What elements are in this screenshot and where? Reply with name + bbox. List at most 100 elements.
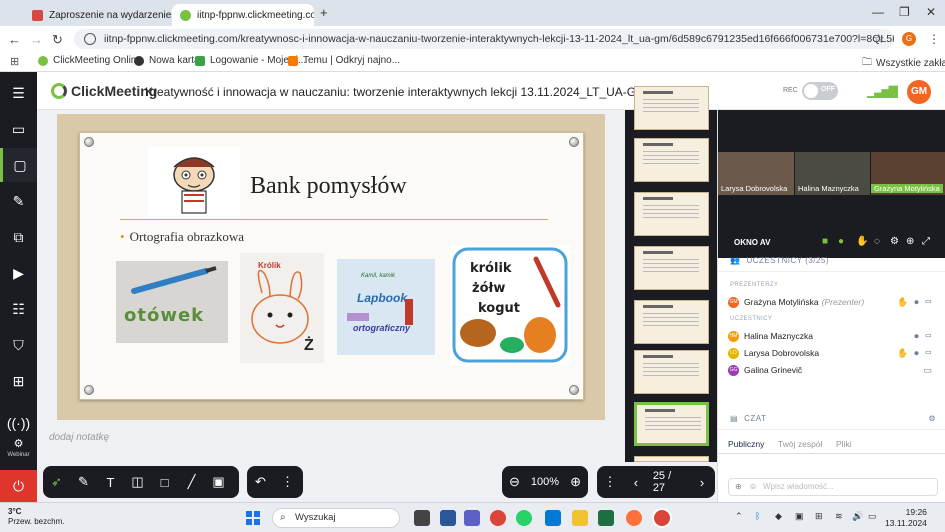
- minimize-icon[interactable]: —: [872, 5, 884, 19]
- bluetooth-icon[interactable]: ᛒ: [755, 511, 760, 521]
- app-tray-icon[interactable]: ⊞: [815, 511, 823, 522]
- site-info-icon[interactable]: [84, 33, 96, 45]
- url-field[interactable]: iitnp-fppnw.clickmeeting.com/kreatywnosc…: [74, 29, 894, 49]
- participant-controls[interactable]: ⏺▭: [914, 331, 938, 342]
- volume-icon[interactable]: 🔊: [852, 511, 863, 522]
- tab-team[interactable]: Twój zespół: [778, 439, 822, 449]
- slide-thumbnail[interactable]: [634, 192, 709, 236]
- zoom-in-icon[interactable]: ⊕: [563, 466, 588, 498]
- camera-on-icon[interactable]: ■: [822, 236, 828, 247]
- slide-thumbnail[interactable]: [634, 138, 709, 182]
- teams-app-icon[interactable]: [464, 510, 480, 526]
- bookmark-temu[interactable]: Temu | Odkryj najno...: [288, 55, 400, 66]
- weather-widget[interactable]: 3°C Przew. bezchm.: [8, 507, 64, 527]
- menu-kebab-icon[interactable]: ⋮: [928, 32, 940, 46]
- participant-row[interactable]: GM Grażyna Motylińska (Prezenter) ✋⏺▭: [728, 294, 938, 310]
- taskbar-clock[interactable]: 19:26 13.11.2024: [885, 507, 927, 529]
- task-view-icon[interactable]: [414, 510, 430, 526]
- whiteboard-icon[interactable]: ✎: [0, 184, 37, 218]
- slide-thumbnail[interactable]: [634, 86, 709, 130]
- wifi-icon[interactable]: ≋: [835, 511, 843, 522]
- raise-hand-icon[interactable]: ✋: [856, 236, 868, 247]
- edge-app-icon[interactable]: [545, 510, 561, 526]
- app-tray-icon[interactable]: ▣: [795, 511, 804, 522]
- participant-controls[interactable]: ✋⏺▭: [897, 348, 938, 359]
- whatsapp-app-icon[interactable]: [516, 510, 532, 526]
- participant-row[interactable]: GG Galina Grinevič ▭: [728, 362, 938, 378]
- browser-tab-invitation[interactable]: Zaproszenie na wydarzenie "Kre... ✕: [24, 4, 172, 26]
- participant-controls[interactable]: ✋⏺▭: [897, 297, 938, 308]
- firefox-app-icon[interactable]: [626, 510, 642, 526]
- participant-controls[interactable]: ▭: [923, 365, 938, 376]
- apps-grid-icon[interactable]: ⊞: [10, 55, 19, 68]
- video-tile-self[interactable]: Grażyna Motylińska: [871, 152, 945, 195]
- text-tool-icon[interactable]: T: [97, 466, 124, 498]
- zoom-out-icon[interactable]: ⊖: [502, 466, 527, 498]
- bookmark-clickmeeting[interactable]: ClickMeeting Onlin...: [38, 55, 145, 66]
- menu-hamburger-icon[interactable]: ☰: [0, 76, 37, 110]
- expand-icon[interactable]: ⤢: [922, 236, 930, 247]
- settings-gear-icon[interactable]: ⚙: [890, 236, 899, 247]
- participant-row[interactable]: LD Larysa Dobrovolska ✋⏺▭: [728, 345, 938, 361]
- slide-thumbnail[interactable]: [634, 350, 709, 394]
- profile-avatar[interactable]: G: [902, 32, 916, 46]
- tray-chevron-icon[interactable]: ⌃: [735, 511, 743, 522]
- video-tile[interactable]: Halina Maznyczka: [795, 152, 870, 195]
- camera-icon[interactable]: ▭: [0, 112, 37, 146]
- file-explorer-icon[interactable]: [572, 510, 588, 526]
- restore-icon[interactable]: ❐: [899, 5, 910, 19]
- poll-icon[interactable]: ☷: [0, 292, 37, 326]
- notes-area[interactable]: dodaj notatkę: [37, 422, 625, 462]
- chat-header[interactable]: ▤ CZAT ⚙: [718, 408, 945, 430]
- participant-row[interactable]: HM Halina Maznyczka ⏺▭: [728, 328, 938, 344]
- slide-thumbnail-active[interactable]: [634, 402, 709, 446]
- back-icon[interactable]: ←: [8, 32, 21, 47]
- folder-icon[interactable]: ▢: [0, 148, 37, 182]
- slide-thumbnail[interactable]: [634, 246, 709, 290]
- taskbar-search[interactable]: ⌕ Wyszukaj: [272, 508, 400, 528]
- reload-icon[interactable]: ↻: [52, 32, 63, 48]
- new-tab-button[interactable]: +: [320, 5, 328, 20]
- more-icon[interactable]: ⋮: [274, 466, 301, 498]
- emoji-icon[interactable]: ☺: [749, 479, 757, 495]
- windows-start-icon[interactable]: [246, 511, 260, 525]
- excel-app-icon[interactable]: [598, 510, 614, 526]
- next-page-icon[interactable]: ›: [689, 466, 715, 498]
- app-tray-icon[interactable]: ◆: [775, 511, 782, 522]
- prev-page-icon[interactable]: ‹: [623, 466, 649, 498]
- forward-icon[interactable]: →: [30, 32, 43, 47]
- exit-button[interactable]: ⏻: [0, 470, 37, 502]
- video-file-icon[interactable]: ▶: [0, 256, 37, 290]
- browser-tab-clickmeeting[interactable]: iitnp-fppnw.clickmeeting.com ◉ ✕: [172, 4, 314, 26]
- layout-icon[interactable]: ⊕: [906, 236, 914, 247]
- chrome-active-app-icon[interactable]: [654, 510, 670, 526]
- participants-header[interactable]: 👥 UCZESTNICY (3/25): [718, 250, 945, 272]
- add-icon[interactable]: ⊕: [735, 479, 742, 495]
- apps-grid-icon[interactable]: ⊞: [0, 364, 37, 398]
- settings-gear-icon[interactable]: ⚙: [928, 414, 936, 423]
- line-tool-icon[interactable]: ╱: [178, 466, 205, 498]
- word-app-icon[interactable]: [440, 510, 456, 526]
- rectangle-tool-icon[interactable]: □: [151, 466, 178, 498]
- battery-icon[interactable]: ▭: [868, 511, 877, 522]
- tab-public[interactable]: Publiczny: [728, 439, 764, 449]
- shield-icon[interactable]: ⛉: [0, 328, 37, 362]
- bookmark-new-tab[interactable]: Nowa karta: [134, 55, 200, 66]
- screen-share-icon[interactable]: ⧉: [0, 220, 37, 254]
- slide-thumbnail[interactable]: [634, 300, 709, 344]
- more-icon[interactable]: ⋮: [597, 466, 623, 498]
- video-tile[interactable]: Larysa Dobrovolska: [718, 152, 794, 195]
- pen-tool-icon[interactable]: ✎: [70, 466, 97, 498]
- chrome-app-icon[interactable]: [490, 510, 506, 526]
- mic-on-icon[interactable]: ●: [838, 236, 844, 247]
- rec-toggle[interactable]: OFF: [802, 82, 838, 100]
- user-avatar[interactable]: GM: [907, 80, 931, 104]
- all-bookmarks-button[interactable]: 🗀 Wszystkie zakładki: [862, 55, 945, 72]
- window-close-icon[interactable]: ✕: [926, 5, 936, 19]
- chat-input[interactable]: ⊕ ☺ Wpisz wiadomość...: [728, 478, 938, 496]
- slide-thumbnail[interactable]: [634, 456, 709, 462]
- chat-bubble-icon[interactable]: ◌: [874, 236, 880, 247]
- undo-icon[interactable]: ↶: [247, 466, 274, 498]
- pointer-tool-icon[interactable]: ➶: [43, 466, 70, 498]
- image-tool-icon[interactable]: ▣: [205, 466, 232, 498]
